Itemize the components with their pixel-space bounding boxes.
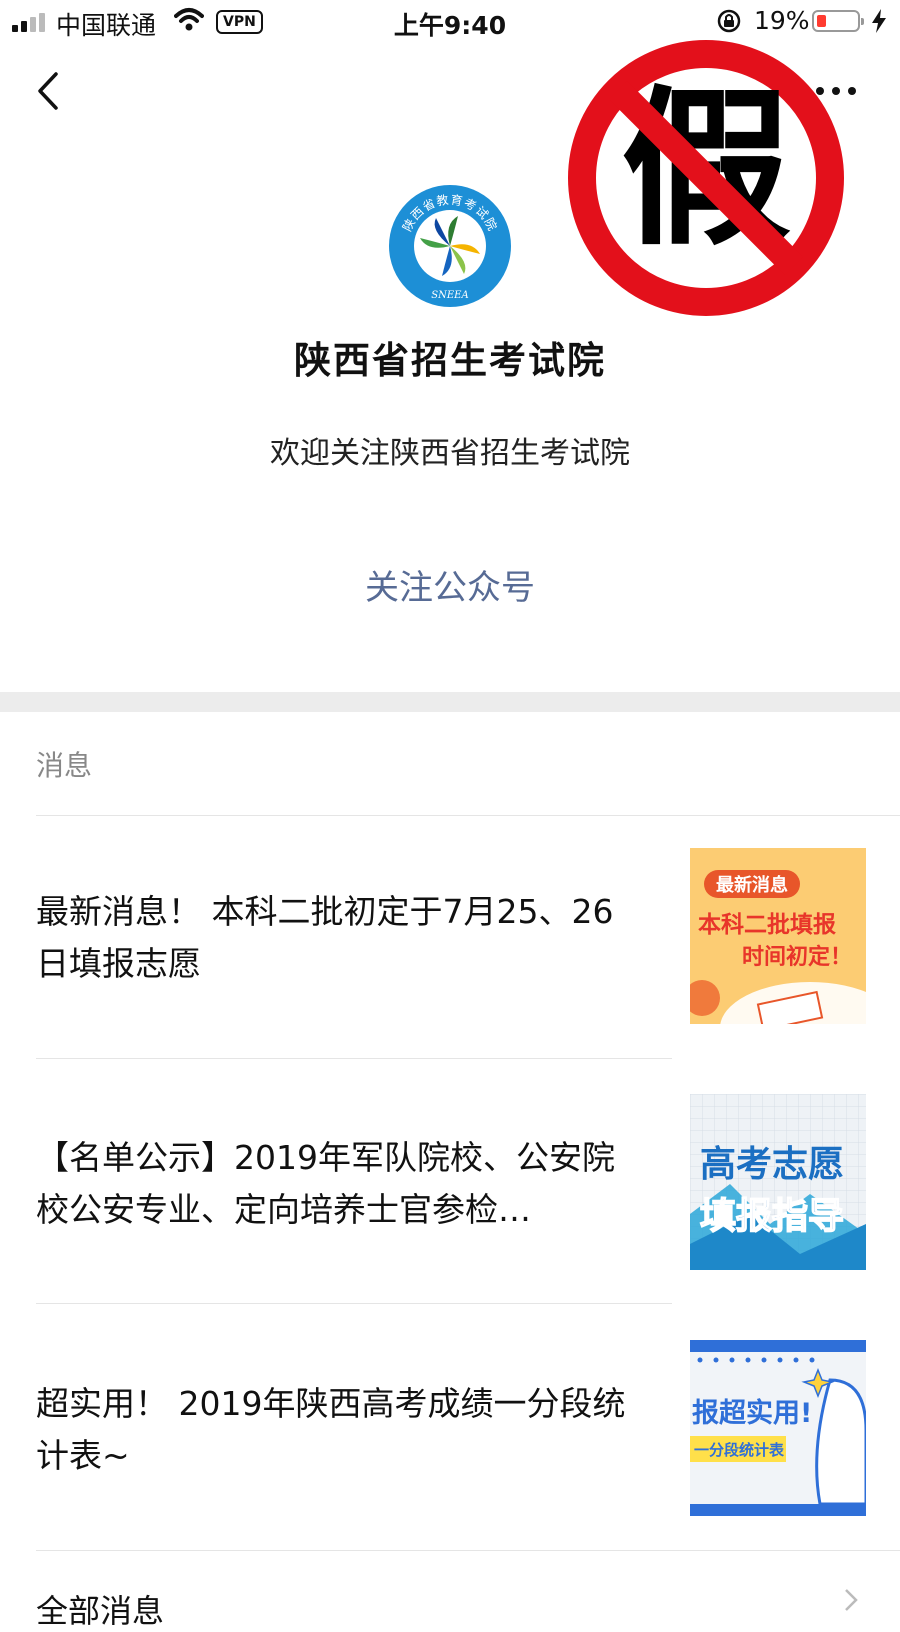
account-logo: 陕西省教育考试院 SNEEA [389, 185, 511, 307]
all-messages-link[interactable]: 全部消息 [36, 1586, 164, 1632]
back-button[interactable] [30, 66, 70, 116]
messages-header: 消息 [36, 749, 93, 782]
divider [36, 1058, 672, 1059]
divider [36, 1550, 900, 1551]
thumb-line2: 一分段统计表 [694, 1441, 785, 1459]
rotation-lock-icon [717, 9, 741, 33]
fake-warning-stamp: 假 [568, 40, 844, 316]
logo-text-bottom: SNEEA [431, 290, 468, 301]
thumb-line1: 高考志愿 [700, 1144, 844, 1185]
charging-icon [872, 9, 886, 33]
account-welcome: 欢迎关注陕西省招生考试院 [270, 436, 630, 471]
message-title[interactable]: 【名单公示】2019年军队院校、公安院校公安专业、定向培养士官参检… [36, 1132, 636, 1236]
message-title[interactable]: 超实用！ 2019年陕西高考成绩一分段统计表~ [36, 1378, 636, 1482]
thumb-tag: 最新消息 [716, 874, 788, 896]
thumb-line2: 填报指导 [700, 1196, 844, 1237]
account-name: 陕西省招生考试院 [294, 339, 606, 382]
chevron-right-icon [845, 1589, 858, 1611]
follow-button[interactable]: 关注公众号 [330, 560, 570, 609]
message-title[interactable]: 最新消息！ 本科二批初定于7月25、26日填报志愿 [36, 886, 636, 990]
section-divider [0, 692, 900, 712]
battery-percent: 19% [754, 6, 810, 35]
thumb-line1: 本科二批填报 [698, 912, 836, 938]
divider [36, 1303, 672, 1304]
message-thumbnail[interactable]: 高考志愿 填报指导 [690, 1094, 866, 1270]
battery-icon [812, 10, 864, 32]
divider [36, 815, 900, 816]
message-thumbnail[interactable]: 最新消息 本科二批填报 时间初定！ [690, 848, 866, 1024]
thumb-line1: 报超实用! [692, 1397, 812, 1429]
message-thumbnail[interactable]: 报超实用! 一分段统计表 [690, 1340, 866, 1516]
thumb-line2: 时间初定！ [742, 944, 852, 970]
